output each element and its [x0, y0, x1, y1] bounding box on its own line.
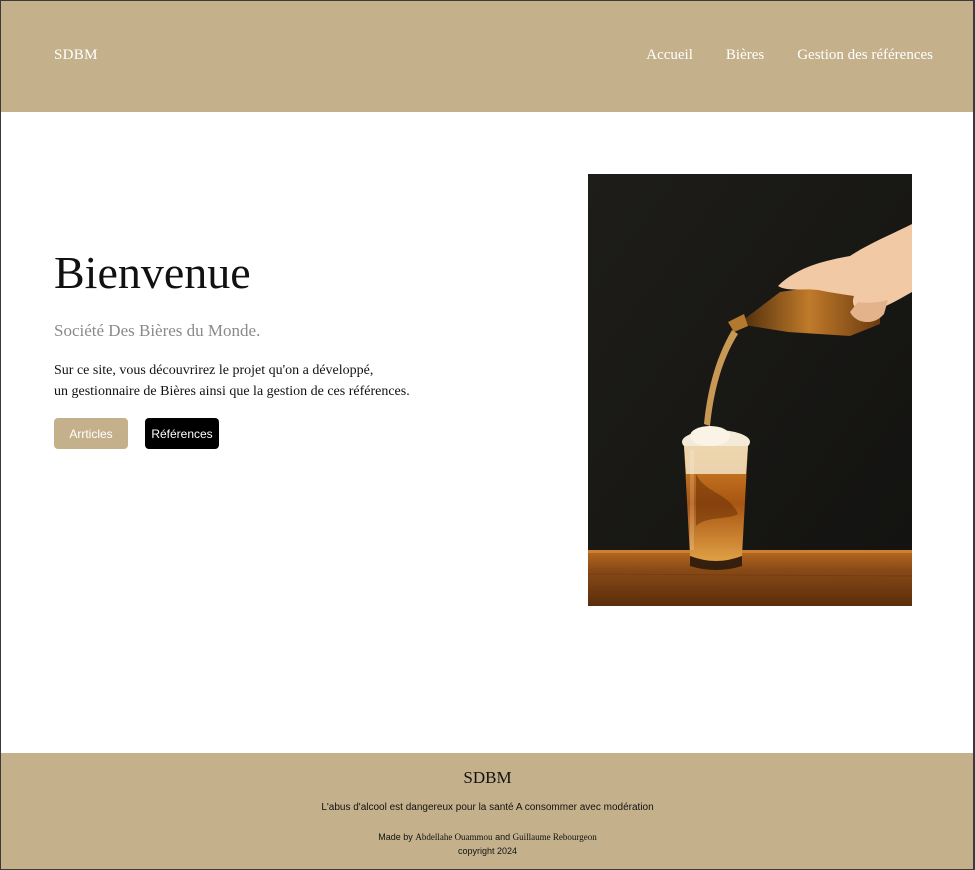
footer-copyright: copyright 2024: [457, 846, 518, 856]
beer-pouring-image: [588, 174, 912, 606]
footer-brand: SDBM: [463, 768, 512, 787]
footer-alcohol-warning: L'abus d'alcool est dangereux pour la sa…: [321, 802, 654, 813]
articles-button[interactable]: Arrticles: [54, 418, 128, 449]
main-nav: Accueil Bières Gestion des références: [646, 47, 933, 64]
site-header: SDBM Accueil Bières Gestion des référenc…: [0, 0, 975, 112]
hero-subtitle: Société Des Bières du Monde.: [54, 321, 261, 340]
hero-description-line-2: un gestionnaire de Bières ainsi que la g…: [54, 384, 410, 399]
hero-title: Bienvenue: [54, 247, 251, 298]
references-button[interactable]: Références: [145, 418, 219, 449]
hero-description: Sur ce site, vous découvrirez le projet …: [54, 360, 410, 402]
author-name-1: Abdellahe Ouammou: [415, 832, 493, 842]
nav-link-bieres[interactable]: Bières: [726, 47, 764, 64]
nav-link-gestion-references[interactable]: Gestion des références: [797, 47, 933, 64]
brand-logo[interactable]: SDBM: [54, 47, 98, 64]
author-name-2: Guillaume Rebourgeon: [512, 832, 597, 842]
credit-prefix: Made by: [378, 832, 413, 842]
nav-link-accueil[interactable]: Accueil: [646, 47, 693, 64]
credit-and: and: [495, 832, 511, 842]
site-footer: SDBM L'abus d'alcool est dangereux pour …: [0, 753, 975, 870]
hero-description-line-1: Sur ce site, vous découvrirez le projet …: [54, 363, 374, 378]
footer-credit: Made by Abdellahe Ouammou and Guillaume …: [0, 832, 975, 842]
